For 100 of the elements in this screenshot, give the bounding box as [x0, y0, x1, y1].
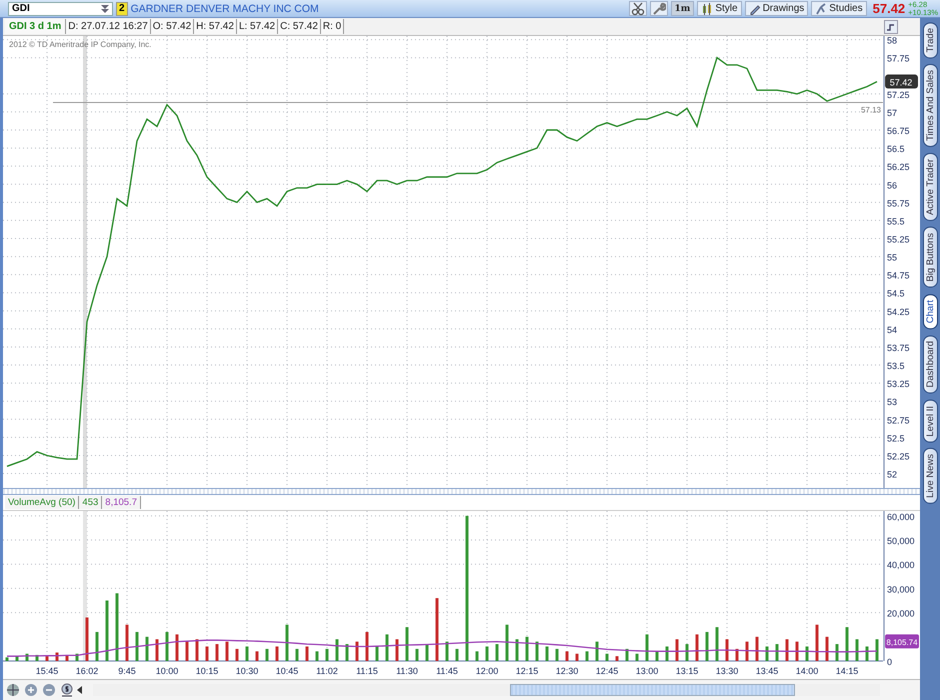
x-axis-label: 10:15 — [196, 666, 218, 676]
volume-bar — [686, 644, 688, 661]
side-tab[interactable]: Times And Sales — [922, 64, 938, 148]
y-axis-label: 20,000 — [887, 608, 915, 619]
volume-bar — [236, 648, 238, 661]
volume-bar — [196, 639, 198, 661]
volume-bar — [846, 627, 848, 661]
volume-bar — [256, 651, 258, 661]
dropdown-icon[interactable] — [99, 2, 111, 14]
last-price: 57.42 — [872, 1, 906, 16]
studies-button[interactable]: Studies — [811, 1, 867, 16]
volume-bar — [446, 642, 448, 661]
side-tab[interactable]: Live News — [922, 448, 938, 504]
volume-bar — [346, 644, 348, 661]
volume-bar — [106, 600, 108, 661]
last-price-tag: 57.42 — [885, 74, 918, 89]
volume-bar — [696, 634, 698, 661]
symbol-field[interactable]: GDI — [8, 2, 113, 16]
volume-bar — [856, 639, 858, 661]
volume-bar — [96, 632, 98, 661]
y-axis-label: 55.25 — [887, 234, 910, 244]
y-axis-label: 30,000 — [887, 584, 915, 594]
volume-bar — [306, 646, 308, 661]
volume-bar — [246, 646, 248, 661]
volume-bar — [626, 648, 628, 661]
volume-bar — [16, 656, 18, 661]
side-tab[interactable]: Trade — [922, 22, 938, 58]
y-axis-label: 54.25 — [887, 306, 910, 317]
volume-bar — [366, 632, 368, 661]
x-axis-label: 12:15 — [516, 666, 538, 676]
volume-bar — [356, 642, 358, 661]
copyright-text: 2012 © TD Ameritrade IP Company, Inc. — [9, 40, 152, 49]
y-axis-label: 55.5 — [887, 216, 905, 226]
volume-bar — [586, 651, 588, 661]
volume-bar — [786, 639, 788, 661]
volume-bar — [606, 654, 608, 661]
scrollbar-track[interactable] — [93, 684, 880, 696]
volume-bar — [616, 656, 618, 661]
volume-bar — [426, 644, 428, 661]
volume-bar — [506, 624, 508, 661]
volume-bar — [596, 642, 598, 661]
volume-bar — [26, 654, 28, 661]
volume-bar — [156, 639, 158, 661]
dollar-button[interactable] — [59, 682, 75, 698]
volume-bar — [266, 648, 268, 661]
volume-bar — [716, 627, 718, 661]
info-cell: C: 57.42 — [278, 19, 321, 34]
y-axis-label: 53.75 — [887, 342, 910, 353]
side-tab[interactable]: Dashboard — [922, 335, 938, 394]
y-axis-label: 52.5 — [887, 433, 905, 444]
style-button[interactable]: Style — [697, 1, 742, 16]
volume-bar — [36, 654, 38, 661]
side-tab[interactable]: Level II — [922, 400, 938, 442]
side-tab[interactable]: Big Buttons — [922, 227, 938, 288]
y-axis-label: 56.75 — [887, 126, 910, 136]
y-axis-label: 60,000 — [887, 512, 915, 522]
y-axis-label: 55.75 — [887, 198, 910, 208]
study-legend-cell: VolumeAvg (50) — [5, 496, 80, 509]
info-cell: O: 57.42 — [150, 19, 194, 34]
side-tab[interactable]: Chart — [922, 294, 938, 330]
crosshair-button[interactable] — [5, 682, 21, 698]
volume-bar — [186, 642, 188, 661]
volume-bar — [766, 646, 768, 661]
volume-bar — [86, 617, 88, 661]
volume-bar — [736, 648, 738, 661]
volume-bar — [206, 646, 208, 661]
volume-bar — [396, 639, 398, 661]
link-badge[interactable]: 2 — [116, 2, 128, 16]
y-axis-label: 54 — [887, 324, 898, 335]
x-axis-label: 13:45 — [756, 666, 778, 676]
volume-bar — [566, 651, 568, 661]
volume-bar — [556, 648, 558, 661]
scissors-button[interactable] — [628, 1, 647, 16]
volume-bar — [816, 624, 818, 661]
volume-bar — [776, 644, 778, 661]
chart-type-icon[interactable] — [884, 20, 898, 34]
x-axis-label: 11:15 — [356, 666, 378, 676]
price-level-line[interactable]: 57.13 — [52, 102, 884, 115]
scroll-left-icon[interactable] — [77, 686, 83, 694]
pencil-icon — [748, 2, 761, 14]
scrollbar-thumb[interactable] — [510, 684, 796, 696]
x-axis-label: 10:30 — [236, 666, 258, 676]
volume-bar — [726, 639, 728, 661]
wrench-button[interactable] — [650, 1, 668, 16]
interval-button[interactable]: 1m — [670, 1, 694, 16]
volume-bar — [56, 652, 58, 661]
volume-bar — [406, 627, 408, 661]
volume-bar — [76, 654, 78, 661]
side-tab[interactable]: Active Trader — [922, 153, 938, 222]
y-axis-label: 50,000 — [887, 536, 915, 546]
volume-bar — [876, 639, 878, 661]
y-axis-label: 56 — [887, 180, 898, 190]
volume-bar — [636, 654, 638, 661]
volume-bar — [676, 639, 678, 661]
x-axis-label: 13:30 — [716, 666, 738, 676]
volume-bar — [646, 634, 648, 661]
volume-bar — [656, 651, 658, 661]
y-axis-label: 58 — [887, 36, 898, 46]
volume-bar — [746, 642, 748, 661]
drawings-button[interactable]: Drawings — [744, 1, 808, 16]
